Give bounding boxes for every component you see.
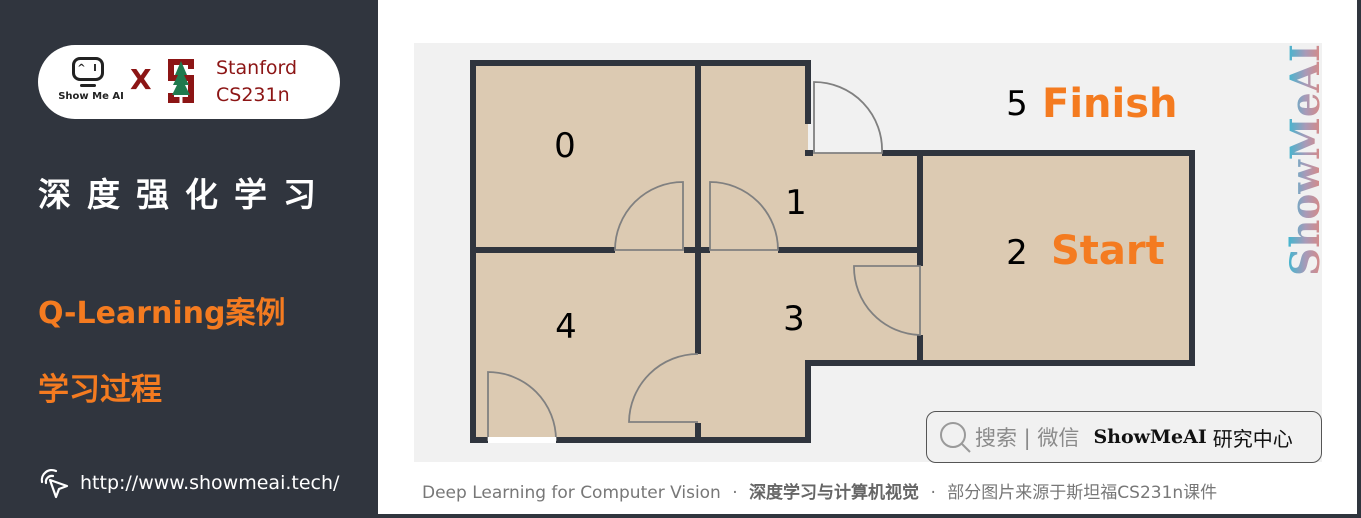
room-label-5: 5: [1006, 84, 1028, 124]
footer-caption: Deep Learning for Computer Vision · 深度学习…: [422, 478, 1217, 503]
showmeai-watermark: ShowMeAI: [1286, 44, 1326, 276]
wall: [695, 250, 701, 354]
footer-course-cn: 深度学习与计算机视觉: [749, 483, 920, 503]
wall: [882, 150, 1195, 156]
wall: [805, 360, 811, 443]
wall: [805, 150, 813, 156]
room-label-4: 4: [555, 307, 577, 347]
room-label-2: 2: [1006, 233, 1028, 273]
footer-sep: ·: [930, 483, 936, 503]
search-brand: ShowMeAI: [1093, 426, 1207, 448]
room-label-1: 1: [785, 183, 807, 223]
frame-border-bottom: [378, 514, 1361, 518]
door-1-to-5: [813, 81, 883, 154]
footer-course-en: Deep Learning for Computer Vision: [422, 483, 721, 503]
wall: [778, 247, 920, 253]
wall: [470, 437, 488, 443]
wall: [1189, 150, 1195, 366]
footer-source: 部分图片来源于斯坦福CS231n课件: [947, 483, 1218, 503]
wall: [805, 360, 1195, 366]
footer-sep: ·: [732, 483, 738, 503]
wall: [470, 247, 615, 253]
finish-tag: Finish: [1042, 81, 1178, 127]
door-4-gap: [488, 437, 556, 443]
floor-room-0: [473, 63, 699, 251]
wechat-search-box[interactable]: 搜索 | 微信 ShowMeAI 研究中心: [926, 411, 1322, 463]
room-label-3: 3: [783, 299, 805, 339]
wall: [695, 423, 701, 443]
room-label-0: 0: [554, 126, 576, 166]
start-tag: Start: [1051, 228, 1165, 274]
search-hint: 搜索 | 微信: [975, 426, 1080, 450]
wall: [805, 60, 811, 124]
wall: [684, 247, 710, 253]
wall: [695, 60, 701, 253]
watermark-text: ShowMeAI: [1286, 44, 1326, 276]
search-center: 研究中心: [1212, 426, 1293, 451]
search-icon: [940, 422, 971, 453]
floor-room-4: [473, 250, 699, 440]
wall: [470, 60, 811, 66]
wall: [917, 335, 923, 366]
wall: [556, 437, 811, 443]
frame-border-right: [1357, 0, 1361, 518]
